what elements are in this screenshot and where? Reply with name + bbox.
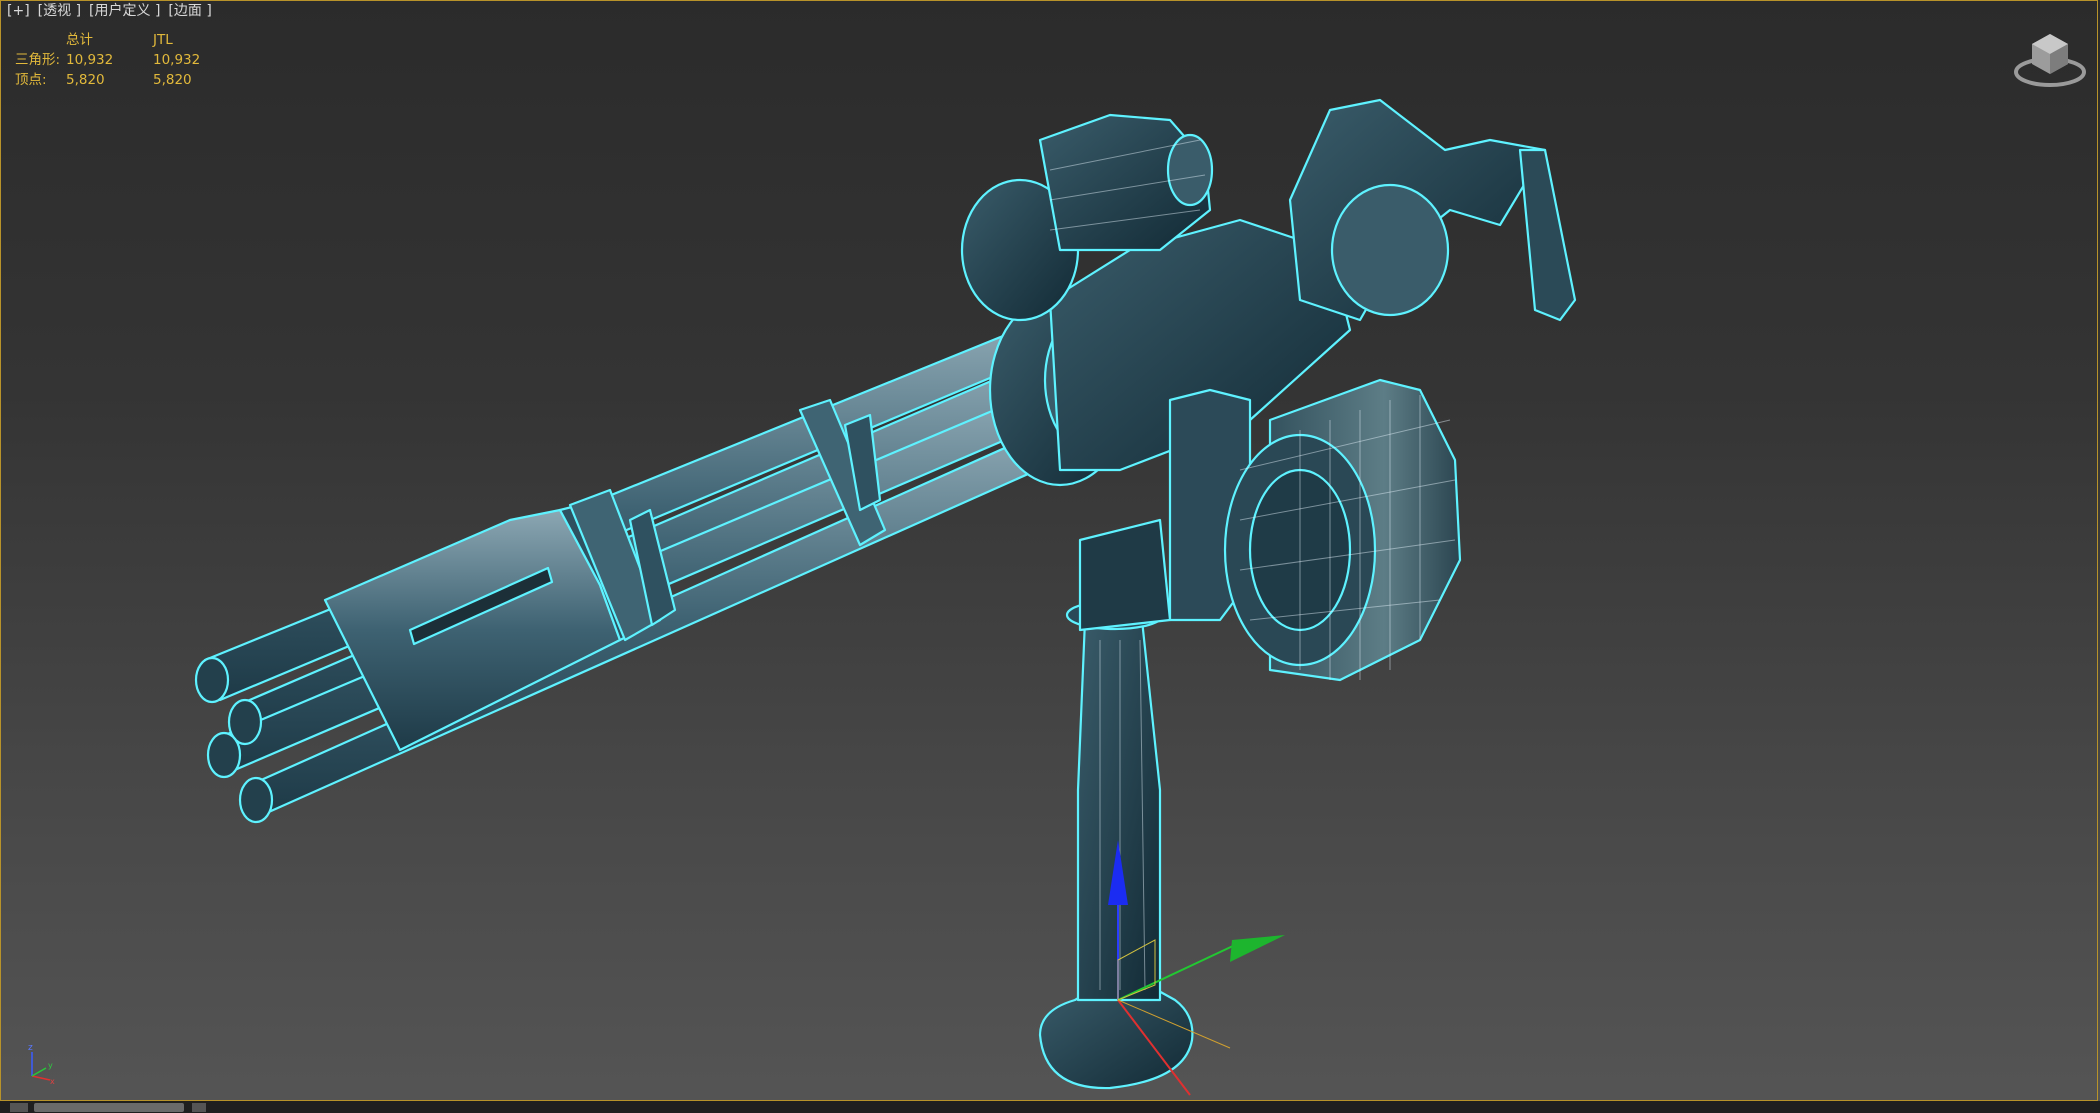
stats-header-row: 总计 JTL	[15, 30, 233, 50]
viewcube-icon[interactable]	[2010, 22, 2090, 90]
minigun-model[interactable]	[0, 0, 2100, 1100]
stats-row-vertices: 顶点: 5,820 5,820	[15, 70, 233, 90]
viewport-view-label[interactable]: [透视 ]	[38, 2, 81, 20]
axis-triad-icon: z x y	[28, 1043, 55, 1085]
scroll-thumb[interactable]	[34, 1103, 184, 1112]
stats-selected-value: 10,932	[153, 52, 201, 68]
viewport-labels: [+] [透视 ] [用户定义 ] [边面 ]	[7, 2, 212, 20]
stats-label: 顶点:	[15, 72, 47, 88]
timeline-scrollbar[interactable]	[0, 1101, 2100, 1113]
stats-total-value: 10,932	[66, 52, 114, 68]
viewport-edges-label[interactable]: [边面 ]	[168, 2, 211, 20]
axis-x-label: x	[50, 1077, 55, 1085]
axis-z-label: z	[28, 1043, 33, 1053]
model-wireframe	[194, 98, 1577, 1090]
stats-row-triangles: 三角形: 10,932 10,932	[15, 50, 233, 70]
stats-header-selected: JTL	[153, 32, 173, 48]
axis-y-label: y	[48, 1061, 53, 1070]
viewport-shading-label[interactable]: [用户定义 ]	[89, 2, 160, 20]
stats-header-blank	[15, 30, 66, 50]
scene-statistics: 总计 JTL 三角形: 10,932 10,932 顶点: 5,820 5,82…	[15, 30, 233, 90]
stats-total-value: 5,820	[66, 72, 105, 88]
scroll-left-button[interactable]	[10, 1103, 28, 1112]
stats-label: 三角形:	[15, 52, 61, 68]
viewport-menu-plus[interactable]: [+]	[7, 2, 30, 20]
stats-selected-value: 5,820	[153, 72, 192, 88]
scroll-right-button[interactable]	[192, 1103, 206, 1112]
stats-header-total: 总计	[66, 32, 93, 48]
